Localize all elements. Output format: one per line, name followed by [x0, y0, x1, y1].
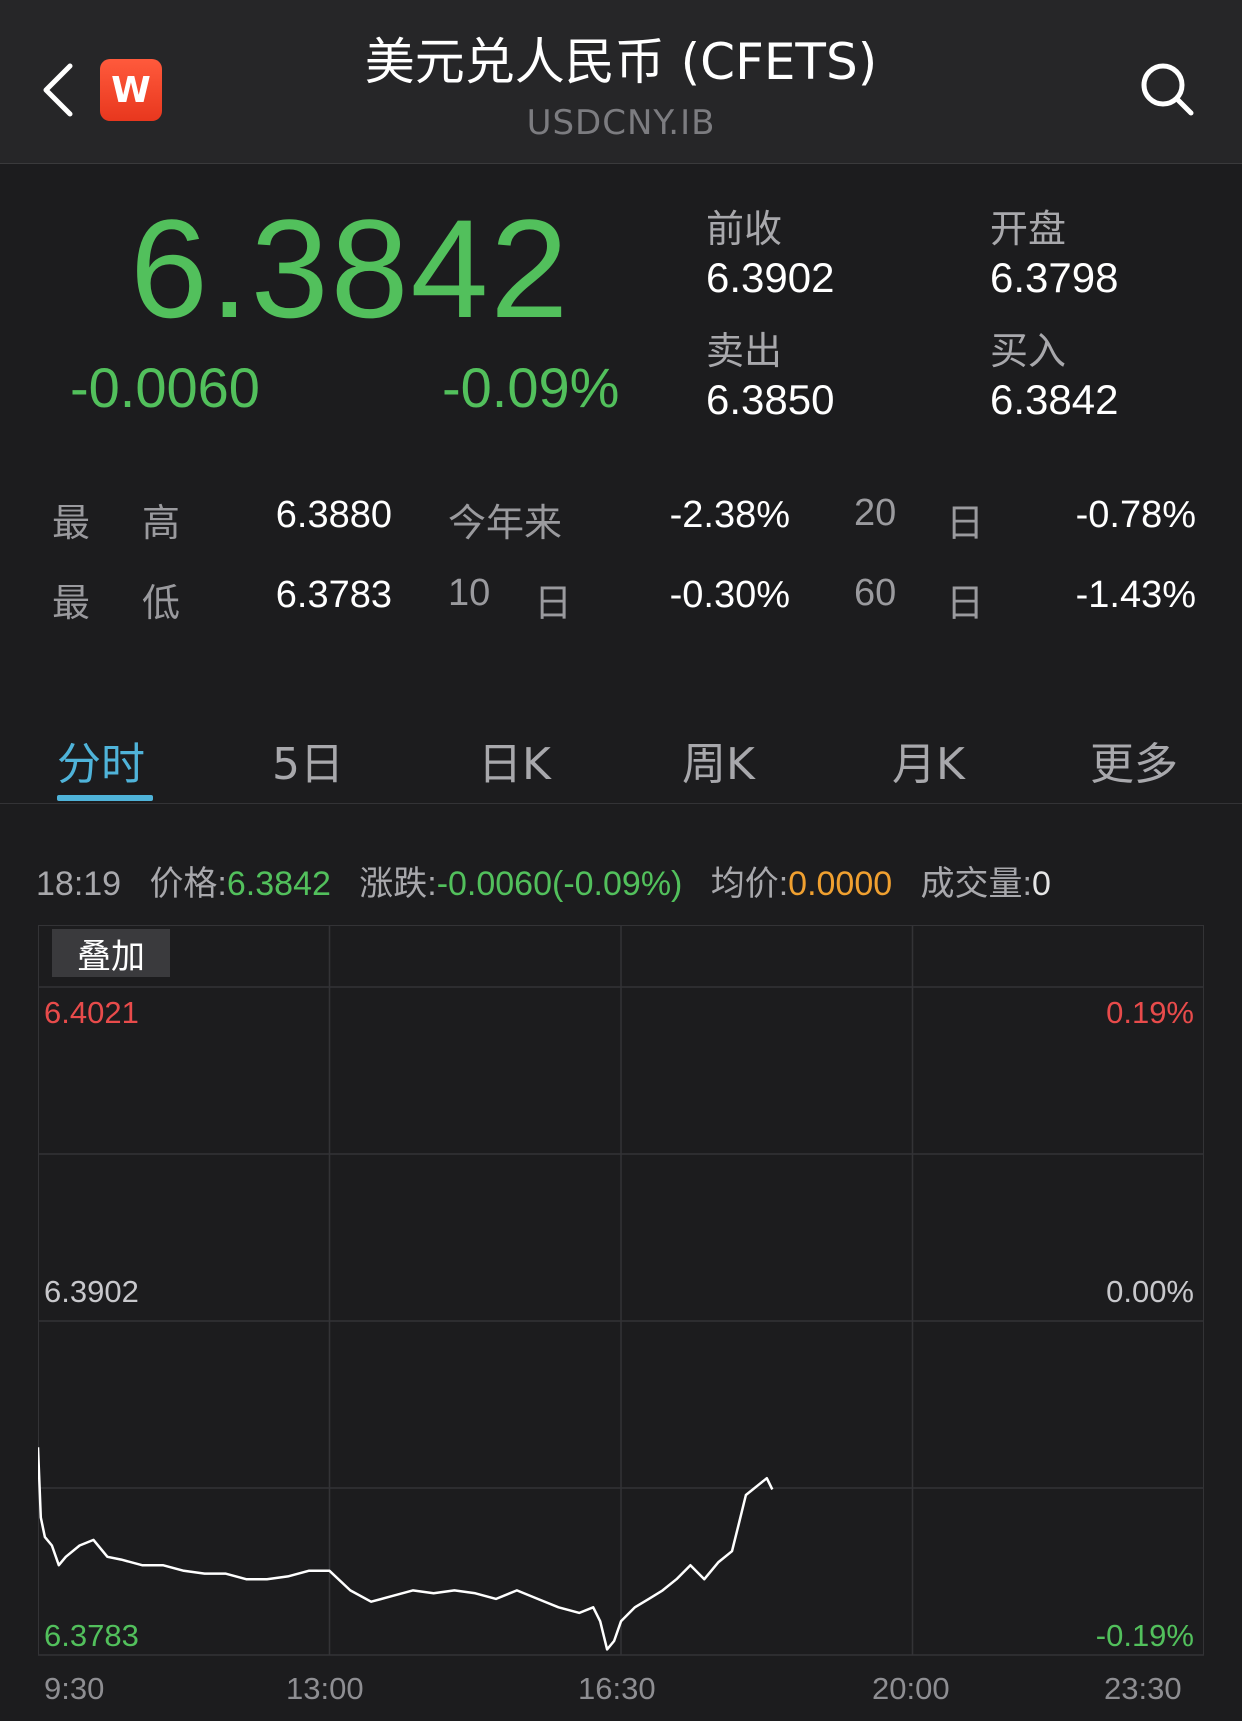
ytd-label: 今年来 — [448, 501, 563, 545]
info-change-label: 涨跌: — [359, 865, 437, 903]
info-change: -0.0060(-0.09%) — [436, 865, 683, 903]
period-tabs: 分时 5日 日K 周K 月K 更多 — [0, 700, 1242, 804]
ask-value: 6.3850 — [706, 376, 835, 423]
price-change-percent: -0.09% — [442, 356, 620, 419]
d10-unit: 日 — [534, 581, 573, 625]
open-value: 6.3798 — [990, 254, 1119, 301]
ask-label: 卖出 — [706, 329, 783, 373]
tab-monthly-k[interactable]: 月K — [892, 728, 965, 792]
bid-value: 6.3842 — [990, 376, 1119, 423]
price-line — [38, 1447, 774, 1651]
x-tick-label: 20:00 — [872, 1671, 950, 1706]
info-time: 18:19 — [36, 865, 122, 903]
info-price: 6.3842 — [226, 865, 331, 903]
y-right-top-label: 0.19% — [1106, 995, 1194, 1030]
search-icon — [1141, 63, 1194, 116]
x-tick-label: 23:30 — [1104, 1671, 1182, 1706]
search-button[interactable] — [1138, 60, 1196, 118]
info-avg-label: 均价: — [710, 865, 789, 903]
low-value: 6.3783 — [275, 574, 392, 616]
y-left-bottom-label: 6.3783 — [44, 1618, 139, 1653]
bid-label: 买入 — [990, 329, 1067, 373]
d60-num: 60 — [854, 572, 897, 614]
x-tick-label: 16:30 — [578, 1671, 656, 1706]
d20-num: 20 — [854, 492, 897, 534]
symbol-code: USDCNY.IB — [526, 103, 716, 143]
info-volume: 0 — [1031, 865, 1051, 903]
d10-value: -0.30% — [669, 574, 790, 616]
d20-unit: 日 — [946, 501, 985, 545]
d10-num: 10 — [448, 572, 491, 614]
d60-unit: 日 — [946, 581, 985, 625]
info-price-label: 价格: — [149, 865, 227, 903]
page-title: 美元兑人民币 (CFETS) — [364, 33, 878, 91]
tab-intraday[interactable]: 分时 — [57, 728, 145, 792]
open-label: 开盘 — [990, 207, 1067, 251]
high-label-b: 高 — [142, 501, 181, 545]
y-right-bottom-label: -0.19% — [1095, 1618, 1194, 1653]
chart-info-bar: 18:19 价格:6.3842 涨跌:-0.0060(-0.09%) 均价:0.… — [36, 856, 1051, 905]
d20-value: -0.78% — [1075, 494, 1196, 536]
last-price: 6.3842 — [130, 190, 571, 347]
tab-more[interactable]: 更多 — [1090, 728, 1178, 792]
low-label-b: 低 — [142, 581, 181, 625]
top-bar: W 美元兑人民币 (CFETS) USDCNY.IB — [0, 0, 1242, 164]
price-change: -0.0060 — [70, 356, 260, 419]
low-label-a: 最 — [52, 581, 91, 625]
x-tick-label: 13:00 — [286, 1671, 364, 1706]
prev-close-value: 6.3902 — [706, 254, 835, 301]
y-left-top-label: 6.4021 — [44, 995, 139, 1030]
overlay-button[interactable]: 叠加 — [52, 929, 170, 977]
high-value: 6.3880 — [275, 494, 392, 536]
info-volume-label: 成交量: — [920, 865, 1032, 903]
tab-5day[interactable]: 5日 — [272, 728, 344, 792]
ytd-value: -2.38% — [669, 494, 790, 536]
y-right-mid-label: 0.00% — [1106, 1274, 1194, 1309]
x-tick-label: 9:30 — [44, 1671, 105, 1706]
high-label-a: 最 — [52, 501, 91, 545]
d60-value: -1.43% — [1075, 574, 1196, 616]
prev-close-label: 前收 — [706, 207, 783, 251]
active-tab-indicator — [57, 795, 153, 801]
tab-weekly-k[interactable]: 周K — [682, 728, 755, 792]
info-avg: 0.0000 — [788, 865, 893, 903]
intraday-chart[interactable] — [38, 925, 1204, 1721]
tab-daily-k[interactable]: 日K — [478, 728, 551, 792]
y-left-mid-label: 6.3902 — [44, 1274, 139, 1309]
